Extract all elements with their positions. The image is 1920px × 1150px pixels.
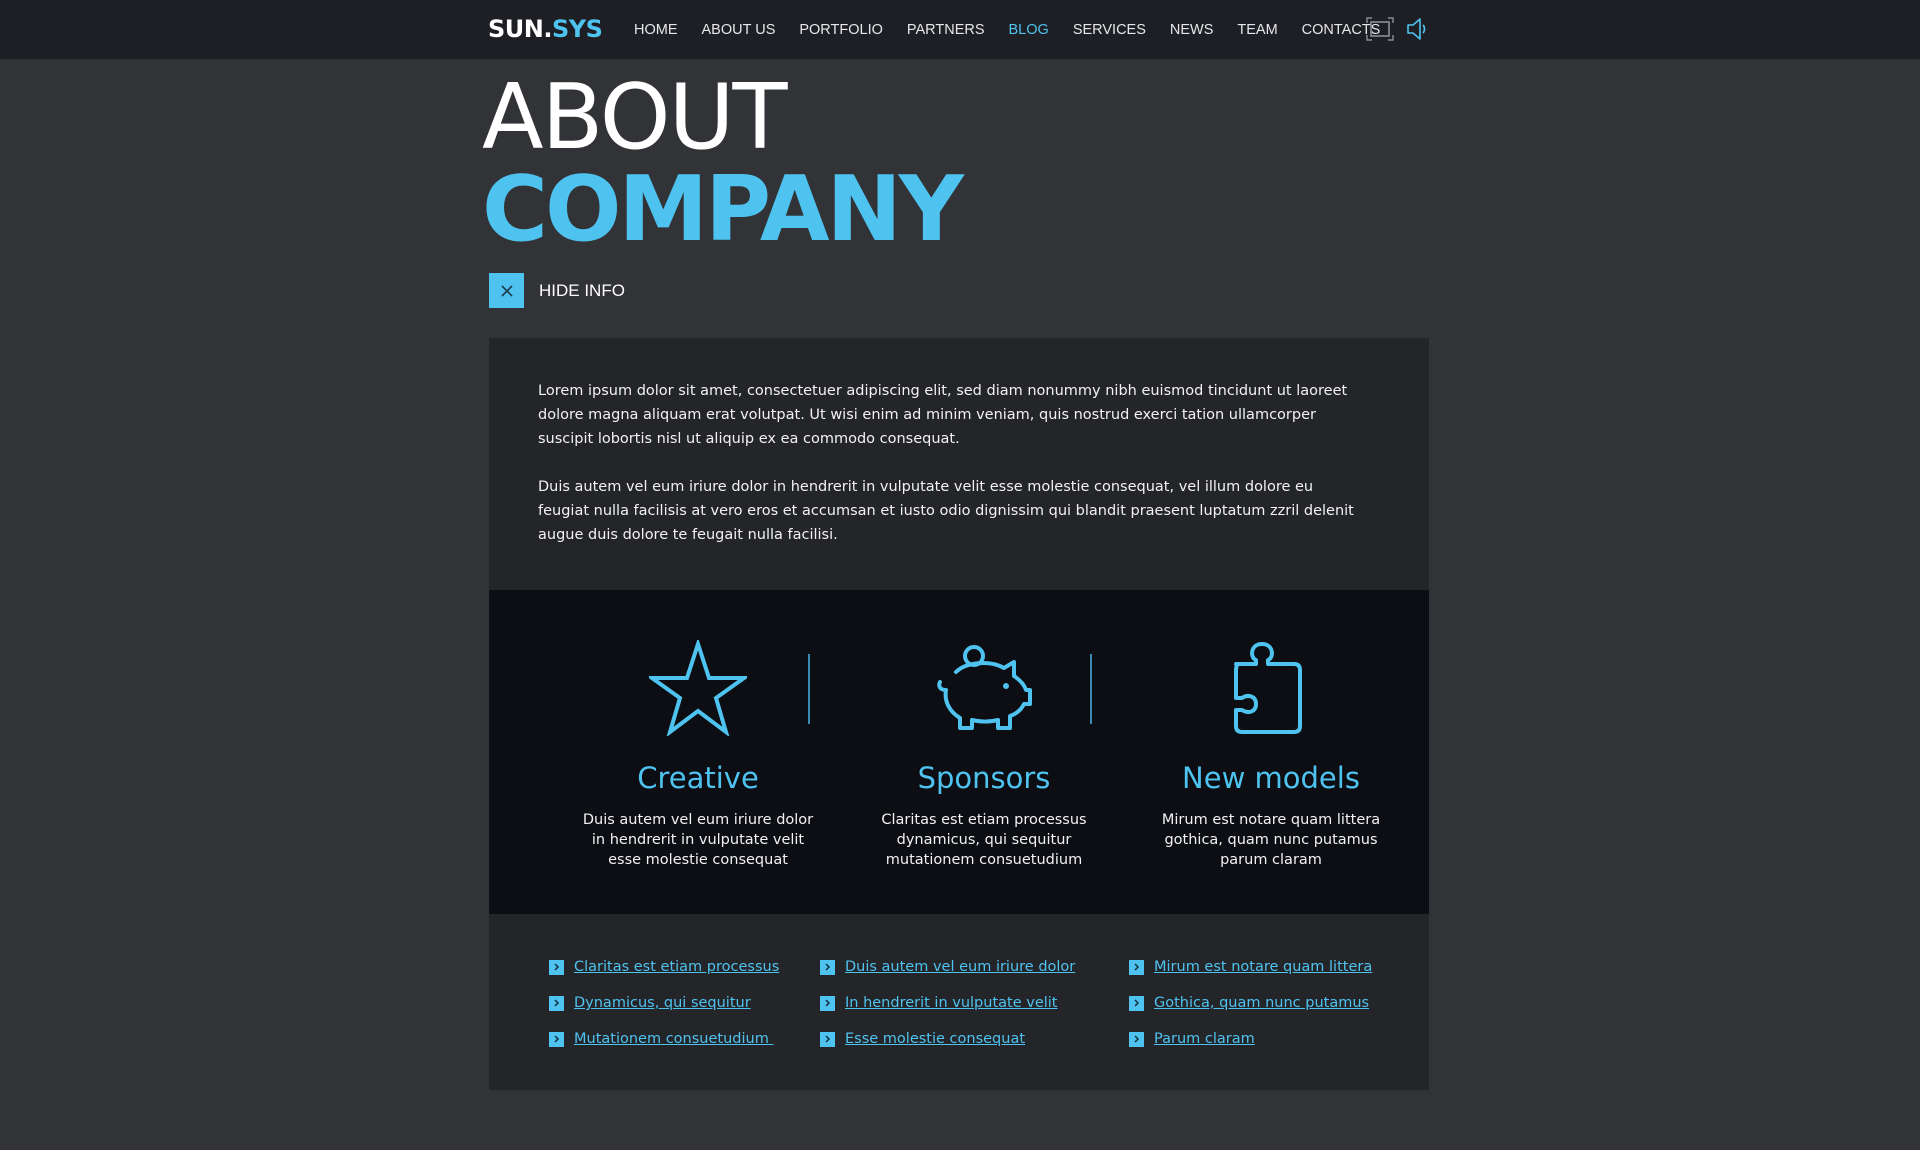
hide-info-label[interactable]: HIDE INFO (539, 281, 625, 301)
chevron-right-icon (549, 1031, 564, 1047)
list-link-text[interactable]: Gothica, quam nunc putamus (1154, 995, 1369, 1011)
feature-title: Sponsors (917, 761, 1051, 795)
list-link[interactable]: Claritas est etiam processus (549, 949, 779, 985)
page-title-line1: ABOUT (482, 65, 787, 170)
features-band: Creative Duis autem vel eum iriure dolor… (489, 590, 1429, 914)
list-link-text[interactable]: Parum claram (1154, 1031, 1255, 1047)
links-column: Mirum est notare quam littera Gothica, q… (1129, 949, 1372, 1057)
nav-item-services[interactable]: SERVICES (1073, 22, 1146, 38)
logo-text-sun: SUN. (488, 15, 552, 43)
chevron-right-icon (820, 995, 835, 1011)
logo-text-sys: SYS (551, 15, 603, 43)
puzzle-icon (1151, 640, 1391, 736)
links-column: Duis autem vel eum iriure dolor In hendr… (820, 949, 1075, 1057)
page-title-line2: COMPANY (482, 157, 964, 262)
nav-item-about-us[interactable]: ABOUT US (702, 22, 776, 38)
feature-title: New models (1182, 761, 1360, 795)
feature-description: Duis autem vel eum iriure dolor in hendr… (582, 812, 814, 868)
list-link-text[interactable]: Dynamicus, qui sequitur (574, 995, 751, 1011)
header-tools (1366, 17, 1428, 46)
star-icon (578, 640, 818, 736)
feature-title: Creative (637, 761, 759, 795)
close-icon[interactable] (489, 273, 524, 308)
list-link[interactable]: Mutationem consuetudium (549, 1021, 779, 1057)
list-link-text[interactable]: Esse molestie consequat (845, 1031, 1025, 1047)
top-navigation-bar: SUN.SYS HOME ABOUT US PORTFOLIO PARTNERS… (0, 0, 1920, 59)
nav-item-news[interactable]: NEWS (1170, 22, 1214, 38)
intro-paragraph: Lorem ipsum dolor sit amet, consectetuer… (538, 383, 1348, 447)
list-link[interactable]: Dynamicus, qui sequitur (549, 985, 779, 1021)
intro-paragraph: Duis autem vel eum iriure dolor in hendr… (538, 479, 1354, 543)
page-title: ABOUT COMPANY (482, 65, 964, 262)
chevron-right-icon (820, 1031, 835, 1047)
list-link[interactable]: Mirum est notare quam littera (1129, 949, 1372, 985)
piggy-bank-icon (864, 640, 1104, 736)
list-link[interactable]: Esse molestie consequat (820, 1021, 1075, 1057)
feature-divider (808, 654, 810, 724)
chevron-right-icon (1129, 959, 1144, 975)
nav-item-home[interactable]: HOME (634, 22, 678, 38)
list-link-text[interactable]: Mutationem consuetudium (574, 1031, 773, 1047)
speaker-icon[interactable] (1406, 17, 1428, 46)
links-column: Claritas est etiam processus Dynamicus, … (549, 949, 779, 1057)
nav-item-portfolio[interactable]: PORTFOLIO (799, 22, 883, 38)
chevron-right-icon (1129, 995, 1144, 1011)
list-link[interactable]: Duis autem vel eum iriure dolor (820, 949, 1075, 985)
hide-info-button[interactable]: HIDE INFO (489, 273, 625, 308)
feature-description: Claritas est etiam processus dynamicus, … (881, 812, 1087, 868)
feature-sponsors: Sponsors Claritas est etiam processus dy… (864, 640, 1104, 870)
main-nav: HOME ABOUT US PORTFOLIO PARTNERS BLOG SE… (634, 0, 1404, 59)
nav-item-partners[interactable]: PARTNERS (907, 22, 985, 38)
list-link-text[interactable]: In hendrerit in vulputate velit (845, 995, 1057, 1011)
about-info-panel: Lorem ipsum dolor sit amet, consectetuer… (489, 338, 1429, 1090)
chevron-right-icon (1129, 1031, 1144, 1047)
nav-item-team[interactable]: TEAM (1237, 22, 1277, 38)
feature-creative: Creative Duis autem vel eum iriure dolor… (578, 640, 818, 870)
nav-item-blog[interactable]: BLOG (1009, 22, 1049, 38)
links-section: Claritas est etiam processus Dynamicus, … (489, 914, 1429, 1090)
fullscreen-icon[interactable] (1366, 17, 1394, 46)
site-logo[interactable]: SUN.SYS (488, 14, 603, 44)
list-link[interactable]: Gothica, quam nunc putamus (1129, 985, 1372, 1021)
chevron-right-icon (549, 959, 564, 975)
chevron-right-icon (549, 995, 564, 1011)
list-link-text[interactable]: Duis autem vel eum iriure dolor (845, 959, 1075, 975)
intro-text: Lorem ipsum dolor sit amet, consectetuer… (538, 379, 1368, 547)
list-link-text[interactable]: Mirum est notare quam littera (1154, 959, 1372, 975)
chevron-right-icon (820, 959, 835, 975)
list-link-text[interactable]: Claritas est etiam processus (574, 959, 779, 975)
feature-description: Mirum est notare quam littera gothica, q… (1161, 812, 1381, 868)
list-link[interactable]: In hendrerit in vulputate velit (820, 985, 1075, 1021)
feature-new-models: New models Mirum est notare quam littera… (1151, 640, 1391, 870)
feature-divider (1090, 654, 1092, 724)
list-link[interactable]: Parum claram (1129, 1021, 1372, 1057)
